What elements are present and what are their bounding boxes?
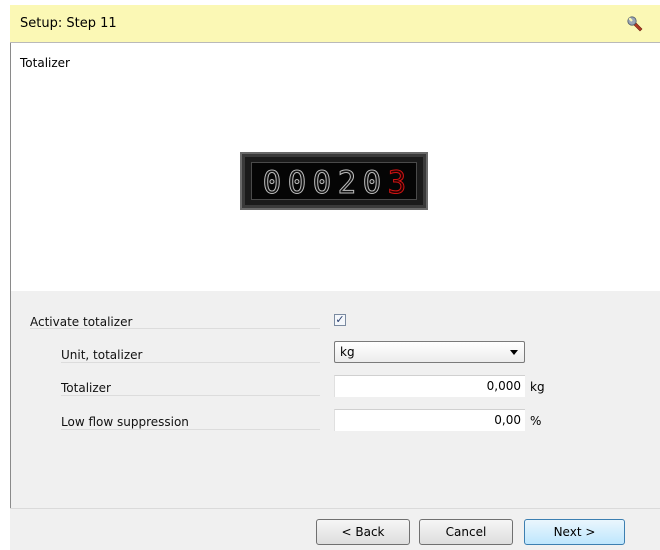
display-digit: 0 [262, 165, 282, 201]
display-digit: 0 [312, 165, 332, 201]
display-digit: 2 [337, 165, 357, 201]
page-title: Setup: Step 11 [20, 16, 117, 31]
section-title: Totalizer [20, 56, 70, 70]
display-digit-active: 3 [387, 165, 407, 201]
totalizer-input[interactable]: 0,000 [334, 375, 525, 397]
row-divider [61, 362, 320, 363]
display-digit: 0 [287, 165, 307, 201]
unit-totalizer-value: kg [340, 345, 355, 359]
unit-totalizer-label: Unit, totalizer [61, 348, 143, 362]
low-flow-suppression-unit: % [530, 414, 542, 428]
row-divider [61, 429, 320, 430]
back-button[interactable]: < Back [316, 519, 410, 545]
next-button[interactable]: Next > [524, 519, 625, 545]
wrench-icon[interactable] [626, 15, 644, 33]
unit-totalizer-select[interactable]: kg [334, 341, 525, 363]
low-flow-suppression-value: 0,00 [494, 413, 521, 427]
totalizer-value: 0,000 [486, 379, 521, 393]
low-flow-suppression-label: Low flow suppression [61, 415, 189, 429]
totalizer-display: 0 0 0 2 0 3 [240, 152, 428, 210]
totalizer-unit: kg [530, 380, 545, 394]
chevron-down-icon[interactable] [510, 350, 518, 355]
display-digit: 0 [362, 165, 382, 201]
activate-totalizer-label: Activate totalizer [30, 315, 133, 329]
title-bar: Setup: Step 11 [10, 5, 660, 43]
row-divider [30, 328, 320, 329]
cancel-button[interactable]: Cancel [419, 519, 513, 545]
activate-totalizer-checkbox[interactable]: ✓ [334, 314, 346, 326]
totalizer-label: Totalizer [61, 381, 111, 395]
low-flow-suppression-input[interactable]: 0,00 [334, 409, 525, 431]
row-divider [61, 395, 320, 396]
display-screen: 0 0 0 2 0 3 [251, 162, 417, 200]
